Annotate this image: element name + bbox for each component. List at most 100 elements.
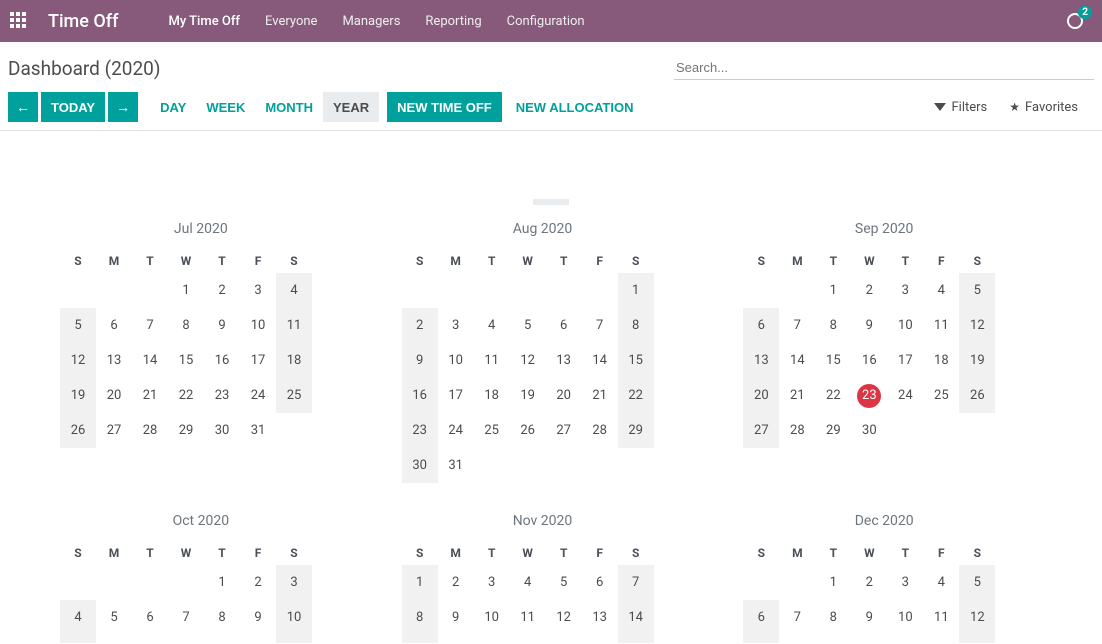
day-cell[interactable]: 7: [168, 600, 204, 635]
day-cell[interactable]: 12: [60, 343, 96, 378]
day-cell[interactable]: 30: [851, 413, 887, 448]
day-cell[interactable]: 2: [240, 565, 276, 600]
day-cell[interactable]: 2: [438, 565, 474, 600]
day-cell[interactable]: 4: [276, 273, 312, 308]
day-cell[interactable]: 28: [582, 413, 618, 448]
day-cell[interactable]: 1: [168, 273, 204, 308]
day-cell[interactable]: 22: [815, 378, 851, 413]
day-cell[interactable]: 28: [132, 413, 168, 448]
day-cell[interactable]: 3: [474, 565, 510, 600]
day-cell[interactable]: 4: [510, 565, 546, 600]
nav-reporting[interactable]: Reporting: [425, 14, 481, 29]
day-cell[interactable]: 13: [132, 635, 168, 643]
day-cell[interactable]: 8: [815, 308, 851, 343]
day-cell[interactable]: 23: [851, 378, 887, 413]
day-cell[interactable]: 5: [546, 565, 582, 600]
day-cell[interactable]: 16: [240, 635, 276, 643]
day-cell[interactable]: 3: [438, 308, 474, 343]
day-cell[interactable]: 13: [743, 635, 779, 643]
day-cell[interactable]: 25: [474, 413, 510, 448]
day-cell[interactable]: 21: [618, 635, 654, 643]
new-time-off-button[interactable]: NEW TIME OFF: [387, 92, 502, 122]
day-cell[interactable]: 14: [779, 635, 815, 643]
day-cell[interactable]: 26: [60, 413, 96, 448]
day-cell[interactable]: 16: [851, 635, 887, 643]
day-cell[interactable]: 12: [959, 600, 995, 635]
day-cell[interactable]: 24: [240, 378, 276, 413]
day-cell[interactable]: 17: [240, 343, 276, 378]
day-cell[interactable]: 6: [743, 308, 779, 343]
day-cell[interactable]: 20: [582, 635, 618, 643]
day-cell[interactable]: 19: [60, 378, 96, 413]
day-cell[interactable]: 7: [582, 308, 618, 343]
day-cell[interactable]: 9: [438, 600, 474, 635]
view-month[interactable]: MONTH: [255, 92, 323, 122]
day-cell[interactable]: 11: [60, 635, 96, 643]
day-cell[interactable]: 13: [743, 343, 779, 378]
day-cell[interactable]: 1: [402, 565, 438, 600]
nav-everyone[interactable]: Everyone: [265, 14, 317, 29]
day-cell[interactable]: 14: [779, 343, 815, 378]
day-cell[interactable]: 12: [96, 635, 132, 643]
day-cell[interactable]: 14: [132, 343, 168, 378]
day-cell[interactable]: 13: [546, 343, 582, 378]
day-cell[interactable]: 4: [474, 308, 510, 343]
day-cell[interactable]: 17: [438, 378, 474, 413]
day-cell[interactable]: 13: [582, 600, 618, 635]
today-button[interactable]: TODAY: [41, 92, 105, 122]
day-cell[interactable]: 21: [132, 378, 168, 413]
favorites-button[interactable]: ★ Favorites: [1009, 100, 1078, 115]
day-cell[interactable]: 17: [887, 635, 923, 643]
day-cell[interactable]: 10: [276, 600, 312, 635]
nav-managers[interactable]: Managers: [342, 14, 400, 29]
view-day[interactable]: DAY: [150, 92, 196, 122]
day-cell[interactable]: 3: [887, 565, 923, 600]
next-button[interactable]: →: [108, 92, 138, 122]
day-cell[interactable]: 19: [510, 378, 546, 413]
day-cell[interactable]: 2: [851, 565, 887, 600]
day-cell[interactable]: 7: [779, 308, 815, 343]
day-cell[interactable]: 12: [510, 343, 546, 378]
filters-button[interactable]: Filters: [934, 100, 987, 115]
day-cell[interactable]: 23: [204, 378, 240, 413]
day-cell[interactable]: 9: [240, 600, 276, 635]
day-cell[interactable]: 22: [168, 378, 204, 413]
view-year[interactable]: YEAR: [323, 92, 379, 122]
view-week[interactable]: WEEK: [196, 92, 255, 122]
day-cell[interactable]: 10: [438, 343, 474, 378]
day-cell[interactable]: 2: [402, 308, 438, 343]
day-cell[interactable]: 8: [402, 600, 438, 635]
day-cell[interactable]: 8: [618, 308, 654, 343]
calendar-scroll[interactable]: Jul 2020SMTWTFS1234567891011121314151617…: [0, 199, 1102, 643]
day-cell[interactable]: 16: [438, 635, 474, 643]
apps-icon[interactable]: [10, 12, 28, 30]
day-cell[interactable]: 1: [204, 565, 240, 600]
day-cell[interactable]: 15: [815, 635, 851, 643]
day-cell[interactable]: 21: [582, 378, 618, 413]
day-cell[interactable]: 3: [887, 273, 923, 308]
day-cell[interactable]: 14: [618, 600, 654, 635]
day-cell[interactable]: 6: [582, 565, 618, 600]
day-cell[interactable]: 7: [132, 308, 168, 343]
day-cell[interactable]: 31: [240, 413, 276, 448]
day-cell[interactable]: 5: [959, 273, 995, 308]
day-cell[interactable]: 5: [510, 308, 546, 343]
day-cell[interactable]: 3: [276, 565, 312, 600]
day-cell[interactable]: 22: [618, 378, 654, 413]
day-cell[interactable]: 14: [582, 343, 618, 378]
day-cell[interactable]: 26: [510, 413, 546, 448]
day-cell[interactable]: 5: [60, 308, 96, 343]
day-cell[interactable]: 5: [959, 565, 995, 600]
day-cell[interactable]: 10: [887, 600, 923, 635]
day-cell[interactable]: 15: [168, 343, 204, 378]
day-cell[interactable]: 4: [923, 565, 959, 600]
day-cell[interactable]: 6: [546, 308, 582, 343]
day-cell[interactable]: 24: [887, 378, 923, 413]
day-cell[interactable]: 18: [923, 343, 959, 378]
day-cell[interactable]: 7: [618, 565, 654, 600]
day-cell[interactable]: 17: [276, 635, 312, 643]
day-cell[interactable]: 1: [618, 273, 654, 308]
day-cell[interactable]: 28: [779, 413, 815, 448]
day-cell[interactable]: 24: [438, 413, 474, 448]
day-cell[interactable]: 19: [959, 343, 995, 378]
